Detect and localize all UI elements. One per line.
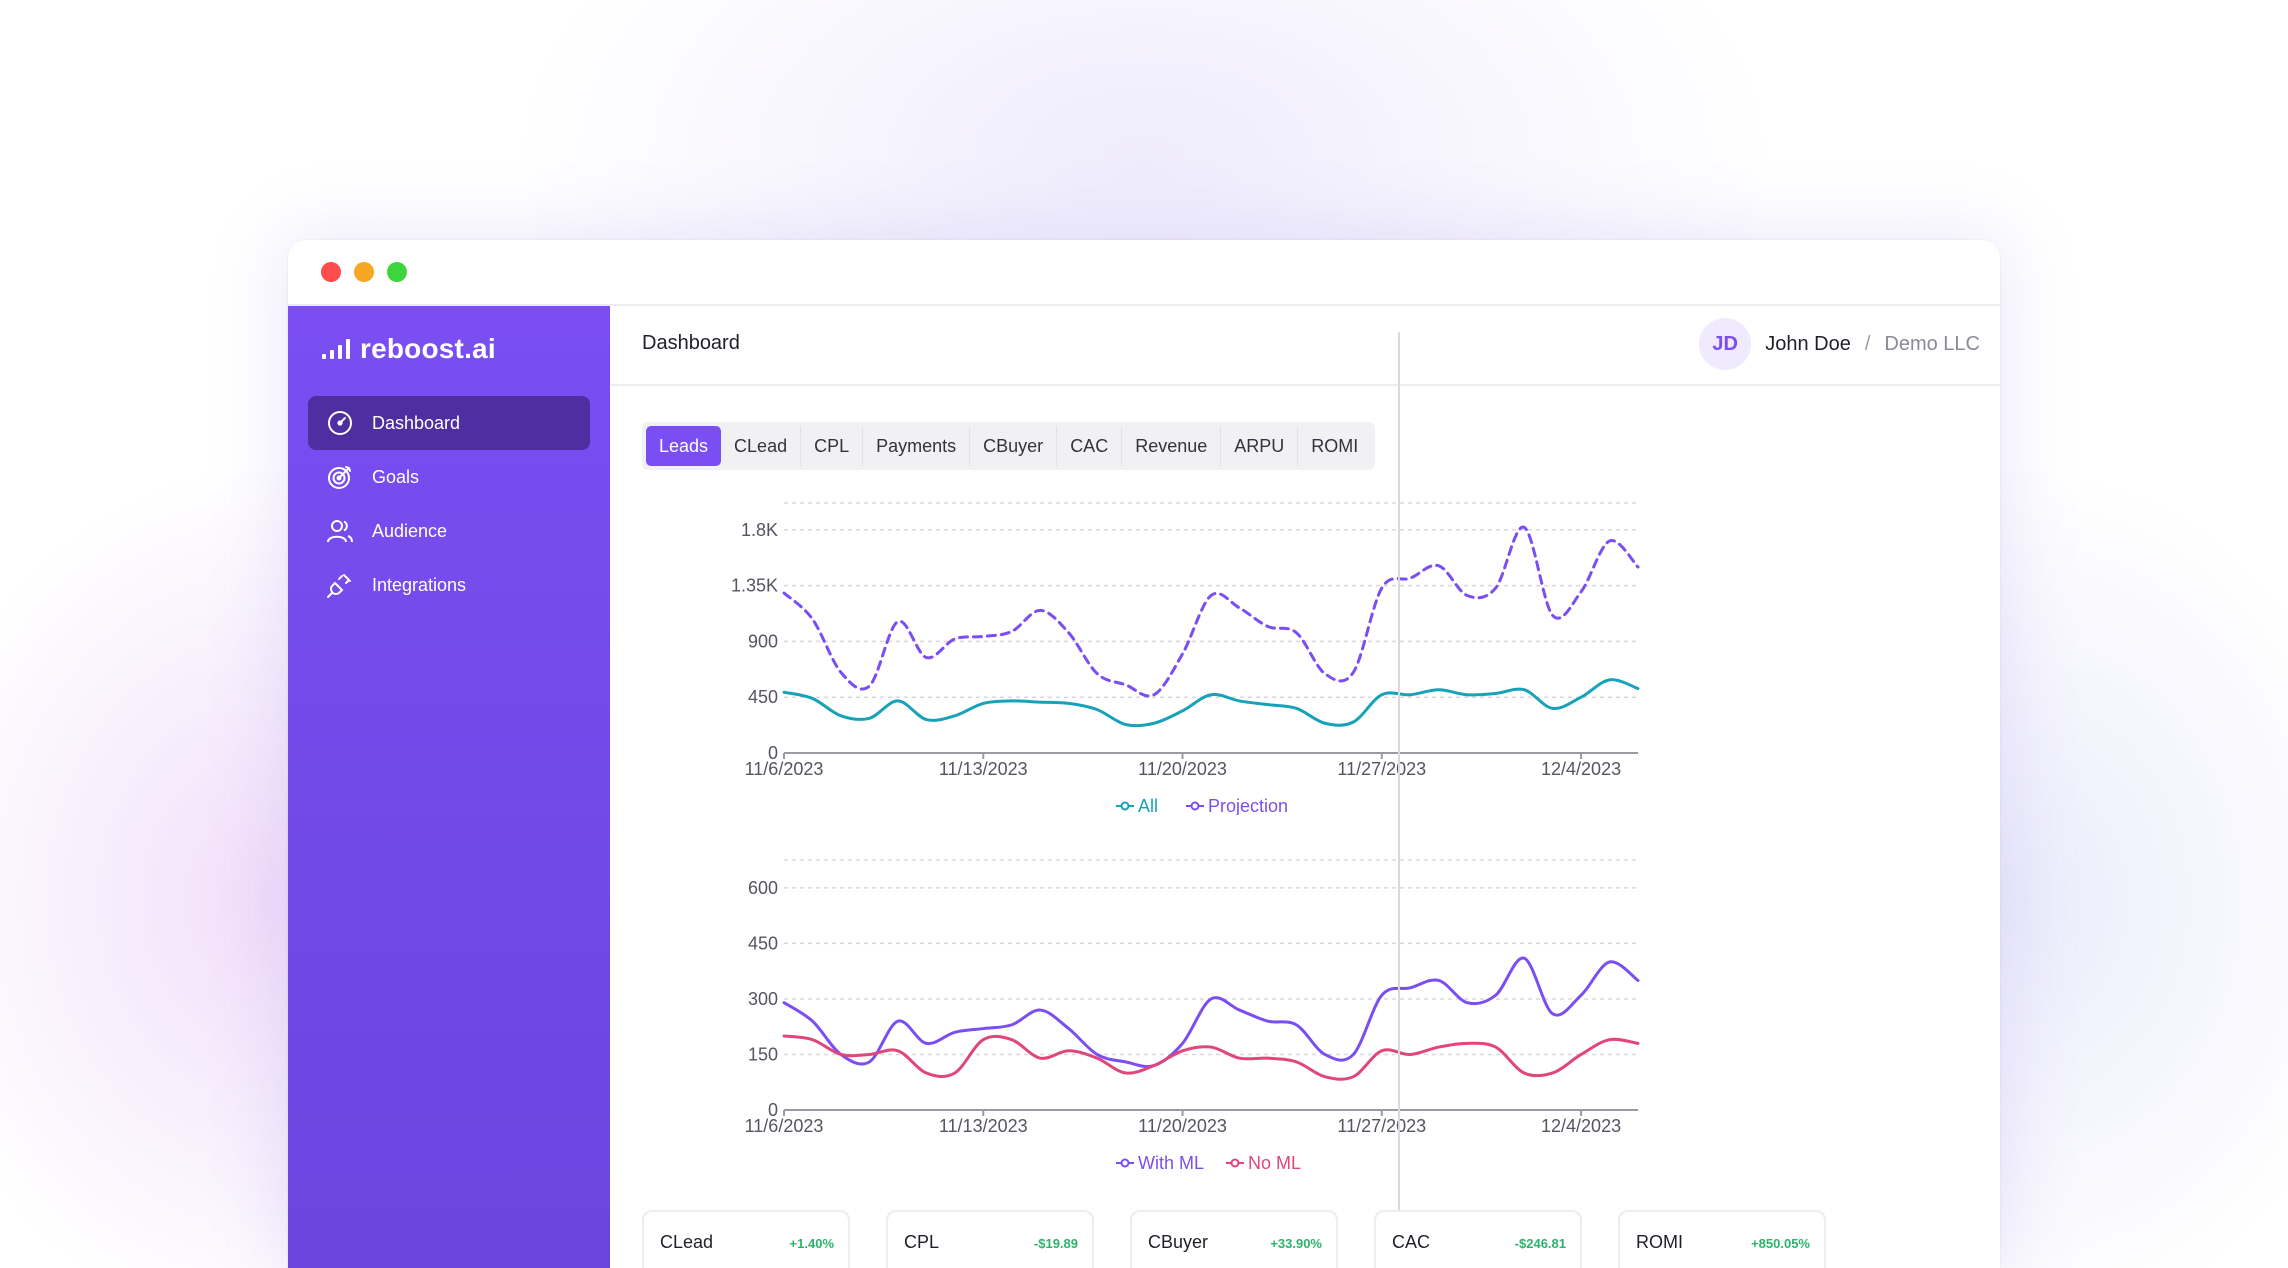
kpi-label: ROMI	[1636, 1232, 1683, 1252]
leads-chart: 0 450 900 1.35K 1.8K 11/6/2023 11/13/2023 11/20…	[610, 495, 2000, 815]
x-tick-label: 11/6/2023	[745, 759, 824, 779]
avatar[interactable]: JD	[1699, 318, 1752, 370]
top-header: Dashboard JD John Doe / Demo LLC	[610, 306, 2000, 386]
sidebar-nav: Dashboard Goals Audience Integrations	[308, 396, 590, 612]
series-line-all	[782, 678, 1640, 728]
tab-revenue[interactable]: Revenue	[1122, 426, 1222, 466]
users-icon	[326, 517, 354, 545]
tab-romi[interactable]: ROMI	[1298, 426, 1371, 466]
legend-label: No ML	[1248, 1153, 1301, 1172]
organization-name: Demo LLC	[1884, 332, 1980, 355]
y-tick-label: 150	[748, 1044, 778, 1064]
kpi-label: CPL	[904, 1232, 940, 1252]
kpi-label: CAC	[1392, 1232, 1431, 1252]
gauge-icon	[326, 409, 354, 437]
target-icon	[326, 463, 354, 491]
x-tick-label: 11/27/2023	[1337, 759, 1426, 779]
breadcrumb-separator: /	[1864, 332, 1871, 355]
kpi-card-romi[interactable]: ROMI +850.05%	[1618, 1210, 1826, 1268]
y-tick-label: 600	[748, 878, 778, 898]
kpi-delta: +850.05%	[1751, 1236, 1810, 1251]
x-tick-label: 11/13/2023	[939, 759, 1028, 779]
user-name: John Doe	[1765, 332, 1851, 355]
legend-label: With ML	[1138, 1153, 1204, 1172]
logo-text: reboost.ai	[360, 333, 496, 364]
ml-chart-svg: 015030045060011/6/2023 11/13/2023 11/20/20…	[745, 859, 1640, 1172]
kpi-card-cbuyer[interactable]: CBuyer +33.90%	[1130, 1210, 1338, 1268]
x-tick-label: 12/4/2023	[1541, 1116, 1621, 1136]
kpi-label: CBuyer	[1148, 1232, 1209, 1252]
logo[interactable]: reboost.ai	[322, 332, 496, 366]
series-line-with-ml	[782, 956, 1640, 1069]
kpi-card-cpl[interactable]: CPL -$19.89	[886, 1210, 1094, 1268]
series-line-no-ml	[782, 1034, 1640, 1081]
x-tick-label: 11/13/2023	[939, 1116, 1028, 1136]
sidebar-item-label: Audience	[372, 520, 448, 541]
legend-marker-dot	[1190, 801, 1200, 811]
x-tick-label: 11/20/2023	[1138, 1116, 1227, 1136]
close-window-button[interactable]	[321, 262, 341, 282]
kpi-label: CLead	[660, 1232, 714, 1252]
sidebar-item-label: Goals	[372, 466, 420, 487]
ml-comparison-chart: 0 150 300 450 600 11/6/2023 11/13/2023 11/20/20…	[610, 852, 2000, 1172]
y-tick-label: 300	[748, 989, 778, 1009]
sidebar-item-goals[interactable]: Goals	[308, 450, 590, 504]
sidebar-item-label: Dashboard	[372, 412, 461, 433]
browser-window: reboost.ai Dashboard Goals Audience Inte…	[288, 240, 2000, 1268]
legend-label: All	[1138, 796, 1158, 815]
y-tick-label: 450	[748, 933, 778, 953]
kpi-delta: -$19.89	[1033, 1236, 1078, 1251]
legend-marker-dot	[1120, 801, 1130, 811]
sidebar-item-integrations[interactable]: Integrations	[308, 558, 590, 612]
y-tick-label: 1.8K	[741, 520, 778, 540]
y-tick-label: 450	[748, 687, 778, 707]
metric-tabs: Leads CLead CPL Payments CBuyer CAC Reve…	[642, 422, 1376, 470]
kpi-delta: +1.40%	[789, 1236, 834, 1251]
user-menu[interactable]: JD John Doe / Demo LLC	[1699, 318, 1980, 370]
x-tick-label: 12/4/2023	[1541, 759, 1621, 779]
kpi-delta: -$246.81	[1514, 1236, 1566, 1251]
leads-chart-svg: 04509001.35K1.8K11/6/2023 11/13/2023 11/20…	[731, 502, 1640, 815]
legend-marker-dot	[1120, 1158, 1130, 1168]
tab-payments[interactable]: Payments	[863, 426, 971, 466]
tab-cpl[interactable]: CPL	[801, 426, 864, 466]
minimize-window-button[interactable]	[354, 262, 374, 282]
page-title: Dashboard	[642, 332, 740, 354]
sidebar-item-label: Integrations	[372, 574, 467, 595]
y-tick-label: 900	[748, 631, 778, 651]
series-line-projection	[782, 525, 1640, 698]
tab-cbuyer[interactable]: CBuyer	[970, 426, 1058, 466]
sidebar-item-audience[interactable]: Audience	[308, 504, 590, 558]
kpi-cards: CLead +1.40% CPL -$19.89 CBuyer +33.90% …	[642, 1210, 1826, 1268]
tab-leads[interactable]: Leads	[646, 426, 722, 466]
signal-bars-icon	[322, 339, 350, 359]
x-tick-label: 11/6/2023	[745, 1116, 824, 1136]
kpi-card-cac[interactable]: CAC -$246.81	[1374, 1210, 1582, 1268]
x-tick-label: 11/20/2023	[1138, 759, 1227, 779]
tab-clead[interactable]: CLead	[721, 426, 802, 466]
x-tick-label: 11/27/2023	[1337, 1116, 1426, 1136]
legend-marker-dot	[1230, 1158, 1240, 1168]
sidebar: reboost.ai Dashboard Goals Audience Inte…	[288, 306, 610, 1268]
y-tick-label: 1.35K	[731, 576, 778, 596]
kpi-delta: +33.90%	[1270, 1236, 1322, 1251]
legend-label: Projection	[1208, 796, 1288, 815]
sidebar-item-dashboard[interactable]: Dashboard	[308, 396, 590, 450]
kpi-card-clead[interactable]: CLead +1.40%	[642, 1210, 850, 1268]
tab-arpu[interactable]: ARPU	[1221, 426, 1299, 466]
maximize-window-button[interactable]	[387, 262, 407, 282]
plug-icon	[326, 571, 354, 599]
hover-crosshair	[1398, 332, 1400, 1268]
window-titlebar	[288, 240, 2000, 306]
tab-cac[interactable]: CAC	[1057, 426, 1123, 466]
